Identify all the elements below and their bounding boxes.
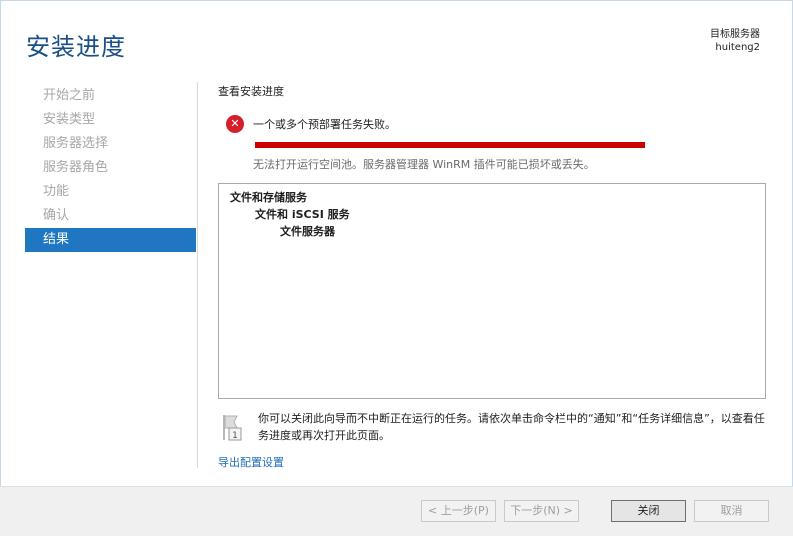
progress-fill: [255, 142, 645, 148]
next-button[interactable]: 下一步(N) >: [504, 500, 579, 522]
result-item-file-iscsi-services: 文件和 iSCSI 服务: [255, 208, 350, 221]
export-configuration-link[interactable]: 导出配置设置: [218, 454, 284, 470]
section-title: 查看安装进度: [218, 85, 284, 98]
error-title: 一个或多个预部署任务失败。: [253, 118, 396, 131]
result-item-file-storage-services: 文件和存储服务: [230, 191, 307, 204]
previous-button[interactable]: < 上一步(P): [421, 500, 496, 522]
target-server-info: 目标服务器 huiteng2: [710, 28, 760, 54]
sidebar-divider: [197, 82, 198, 468]
sidebar-item-results[interactable]: 结果: [25, 228, 196, 252]
error-detail: 无法打开运行空间池。服务器管理器 WinRM 插件可能已损坏或丢失。: [253, 158, 595, 171]
results-list[interactable]: 文件和存储服务 文件和 iSCSI 服务 文件服务器: [218, 183, 766, 399]
sidebar-item-before-you-begin: 开始之前: [43, 88, 96, 103]
notification-flag-icon: 1: [223, 415, 242, 441]
target-server-name: huiteng2: [715, 42, 760, 53]
installation-progress-bar: [255, 142, 645, 148]
result-item-file-server: 文件服务器: [280, 225, 335, 238]
page-title: 安装进度: [26, 33, 126, 61]
svg-text:1: 1: [232, 431, 238, 441]
error-icon: ✕: [226, 115, 244, 133]
sidebar-item-confirmation: 确认: [43, 208, 70, 223]
close-button[interactable]: 关闭: [611, 500, 686, 522]
target-server-label: 目标服务器: [710, 29, 760, 40]
sidebar-item-installation-type: 安装类型: [43, 112, 96, 127]
info-text: 你可以关闭此向导而不中断正在运行的任务。请依次单击命令栏中的“通知”和“任务详细…: [258, 412, 765, 442]
cancel-button[interactable]: 取消: [694, 500, 769, 522]
sidebar-item-server-selection: 服务器选择: [43, 136, 109, 151]
sidebar-item-features: 功能: [43, 184, 70, 199]
wizard-steps: 开始之前 安装类型 服务器选择 服务器角色 功能 确认 结果: [25, 84, 196, 252]
sidebar-item-server-roles: 服务器角色: [43, 160, 109, 175]
